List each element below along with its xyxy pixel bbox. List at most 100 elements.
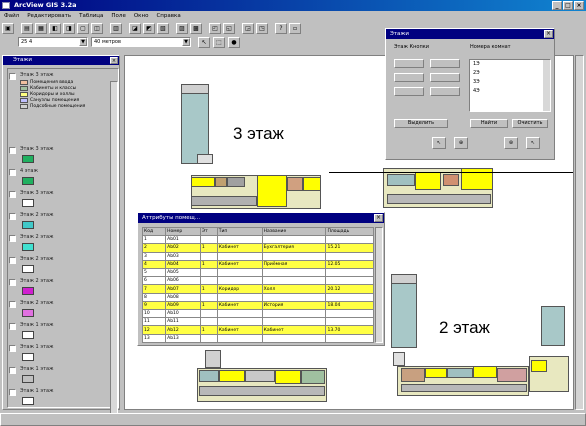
layer-checkbox[interactable] (9, 235, 16, 242)
table-row[interactable]: 1 Ab01 (141, 235, 374, 245)
floor-button[interactable] (394, 73, 424, 82)
close-icon[interactable]: × (374, 214, 383, 222)
tool-icon[interactable]: ◰ (209, 23, 221, 34)
layer-item[interactable]: 4 этаж (8, 167, 118, 189)
menu-file[interactable]: Файл (4, 11, 19, 21)
table-row[interactable]: 4 Ab04 1 Кабинет Приёмная 12.05 (141, 259, 374, 270)
menu-window[interactable]: Окно (134, 11, 149, 21)
maximize-button[interactable]: □ (563, 1, 573, 10)
layer-item[interactable]: Этаж 3 этаж Помещения ввода Кабинеты и к… (8, 71, 118, 141)
tool-icon[interactable]: ▥ (110, 23, 122, 34)
tool-icon[interactable]: ◪ (129, 23, 141, 34)
layer-checkbox[interactable] (9, 213, 16, 220)
table-scrollbar[interactable] (375, 227, 383, 343)
layer-item[interactable]: Этаж 1 этаж (8, 343, 118, 365)
table-row[interactable]: 13 Ab13 (141, 333, 374, 344)
layer-checkbox[interactable] (9, 191, 16, 198)
arrow-icon[interactable]: ↖ (526, 137, 540, 149)
canvas-scrollbar[interactable] (575, 55, 584, 410)
tool-icon[interactable]: ▨ (176, 23, 188, 34)
tool-icon[interactable]: ◧ (49, 23, 61, 34)
list-item[interactable]: 4Э (470, 87, 550, 96)
layer-checkbox[interactable] (9, 73, 16, 80)
minimize-button[interactable]: _ (552, 1, 562, 10)
scale-combo[interactable]: 25 4 ▼ (18, 37, 88, 47)
tool-icon[interactable]: ◫ (91, 23, 103, 34)
find-button[interactable]: Найти (470, 119, 508, 128)
floor-button[interactable] (430, 73, 460, 82)
help-icon[interactable]: ? (275, 23, 287, 34)
list-item[interactable]: 1Э (470, 60, 550, 69)
floor-button[interactable] (430, 87, 460, 96)
table-row[interactable]: 11 Ab11 (141, 317, 374, 327)
table-icon[interactable]: ▤ (21, 23, 33, 34)
save-icon[interactable]: ▣ (2, 23, 14, 34)
floor-button[interactable] (394, 87, 424, 96)
chevron-down-icon[interactable]: ▼ (79, 38, 87, 46)
column-header[interactable]: Тип (216, 226, 263, 237)
table-row[interactable]: 5 Ab05 (141, 267, 374, 278)
layer-item[interactable]: Этаж 2 этаж (8, 211, 118, 233)
layer-checkbox[interactable] (9, 345, 16, 352)
list-item[interactable]: 3Э (470, 78, 550, 87)
layer-item[interactable]: Этаж 1 этаж (8, 387, 118, 409)
table-row[interactable]: 12 Ab12 1 Кабинет Кабинет 13.70 (141, 325, 374, 335)
layer-checkbox[interactable] (9, 257, 16, 264)
menu-table[interactable]: Таблица (79, 11, 103, 21)
layer-list-scrollbar[interactable] (110, 81, 118, 421)
layer-item[interactable]: Этаж 1 этаж (8, 365, 118, 387)
clear-button[interactable]: Очистить (512, 119, 548, 128)
table-row[interactable]: 7 Ab07 1 Коридор Холл 20.12 (141, 284, 374, 294)
column-header[interactable]: Эт (199, 226, 218, 237)
tool-icon[interactable]: ▧ (157, 23, 169, 34)
layer-item[interactable]: Этаж 2 этаж (8, 299, 118, 321)
tool-icon[interactable]: ▢ (77, 23, 89, 34)
column-header[interactable]: Площадь (325, 226, 374, 237)
pointer-icon[interactable]: ↖ (432, 137, 446, 149)
layer-item[interactable]: Этаж 2 этаж (8, 233, 118, 255)
table-row[interactable]: 6 Ab06 (141, 276, 374, 286)
close-icon[interactable]: × (110, 57, 118, 64)
unit-combo[interactable]: 40 метров ▼ (91, 37, 191, 47)
menu-field[interactable]: Поле (111, 11, 125, 21)
layer-checkbox[interactable] (9, 169, 16, 176)
layer-checkbox[interactable] (9, 389, 16, 396)
layer-checkbox[interactable] (9, 323, 16, 330)
tool-icon[interactable]: ▦ (35, 23, 47, 34)
close-button[interactable]: × (574, 1, 584, 10)
layer-item[interactable]: Этаж 3 этаж (8, 189, 118, 211)
layer-item[interactable]: Этаж 2 этаж (8, 255, 118, 277)
close-icon[interactable]: × (544, 30, 553, 38)
tool-icon[interactable]: ◳ (256, 23, 268, 34)
layer-checkbox[interactable] (9, 301, 16, 308)
select-button[interactable]: Выделить (394, 119, 448, 128)
pointer-icon[interactable]: ↖ (198, 36, 210, 48)
table-row[interactable]: 3 Ab03 (141, 251, 374, 261)
layer-item[interactable]: Этаж 1 этаж (8, 321, 118, 343)
room-list[interactable]: 1Э 2Э 3Э 4Э (469, 59, 551, 112)
tool-icon[interactable]: ◲ (242, 23, 254, 34)
zoom-icon[interactable]: ⊕ (454, 137, 468, 149)
table-row[interactable]: 10 Ab10 (141, 309, 374, 319)
tool-icon[interactable]: ◱ (223, 23, 235, 34)
column-header[interactable]: Номер (165, 226, 201, 237)
menu-help[interactable]: Справка (156, 11, 180, 21)
floor-button[interactable] (394, 59, 424, 68)
column-header[interactable]: Код (141, 226, 167, 237)
layer-item[interactable]: Этаж 3 этаж (8, 145, 118, 167)
layer-checkbox[interactable] (9, 367, 16, 374)
list-item[interactable]: 2Э (470, 69, 550, 78)
tool-icon[interactable]: ◩ (143, 23, 155, 34)
layer-checkbox[interactable] (9, 147, 16, 154)
tool-icon[interactable]: ▩ (190, 23, 202, 34)
menu-edit[interactable]: Редактировать (27, 11, 71, 21)
list-scrollbar[interactable] (543, 60, 550, 111)
select-icon[interactable]: ⬚ (213, 36, 225, 48)
layer-item[interactable]: Этаж 2 этаж (8, 277, 118, 299)
table-row[interactable]: 2 Ab02 1 Кабинет Бухгалтерия 15.21 (141, 243, 374, 253)
column-header[interactable]: Название (261, 226, 327, 237)
tool-icon[interactable]: ▫ (289, 23, 301, 34)
floor-button[interactable] (430, 59, 460, 68)
layer-checkbox[interactable] (9, 279, 16, 286)
table-row[interactable]: 8 Ab08 (141, 292, 374, 302)
